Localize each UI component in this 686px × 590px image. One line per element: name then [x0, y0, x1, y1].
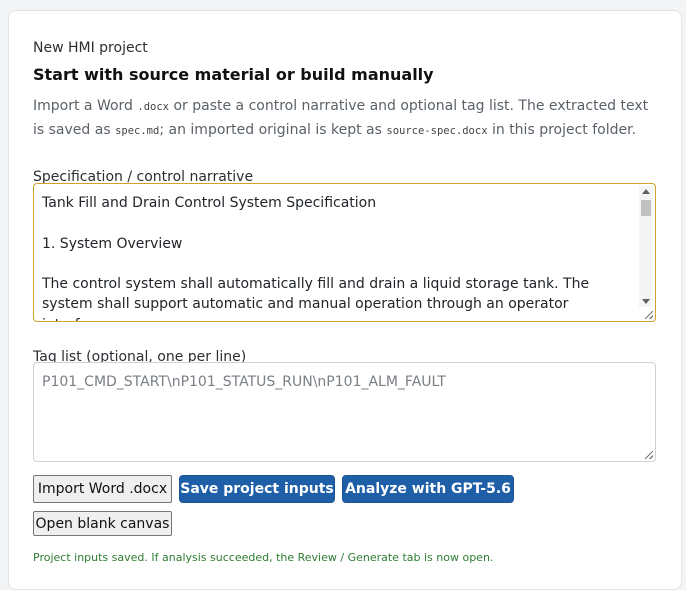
tag-list-placeholder: P101_CMD_START\nP101_STATUS_RUN\nP101_AL…	[42, 374, 446, 390]
spec-textarea[interactable]: Tank Fill and Drain Control System Speci…	[33, 183, 656, 322]
description-text: Import a Word .docx or paste a control n…	[33, 98, 649, 138]
save-inputs-button[interactable]: Save project inputs	[179, 475, 335, 503]
import-docx-button[interactable]: Import Word .docx	[33, 475, 172, 503]
spec-scrollbar[interactable]	[639, 186, 653, 307]
spec-md-code: spec.md	[115, 125, 160, 137]
page-title: Start with source material or build manu…	[33, 65, 434, 84]
open-blank-canvas-button[interactable]: Open blank canvas	[33, 511, 172, 536]
new-project-card: New HMI project Start with source materi…	[8, 10, 682, 590]
scroll-up-icon[interactable]	[642, 189, 650, 194]
spec-textarea-content[interactable]: Tank Fill and Drain Control System Speci…	[42, 193, 632, 321]
scroll-down-icon[interactable]	[642, 299, 650, 304]
tag-list-textarea[interactable]: P101_CMD_START\nP101_STATUS_RUN\nP101_AL…	[33, 362, 656, 462]
source-spec-code: source-spec.docx	[386, 125, 488, 137]
resize-handle-icon[interactable]	[645, 451, 653, 459]
analyze-button[interactable]: Analyze with GPT-5.6	[342, 475, 514, 503]
docx-code: .docx	[137, 101, 169, 113]
eyebrow-label: New HMI project	[33, 40, 148, 56]
resize-handle-icon[interactable]	[645, 311, 653, 319]
status-message: Project inputs saved. If analysis succee…	[33, 551, 494, 564]
scroll-thumb[interactable]	[641, 200, 651, 216]
